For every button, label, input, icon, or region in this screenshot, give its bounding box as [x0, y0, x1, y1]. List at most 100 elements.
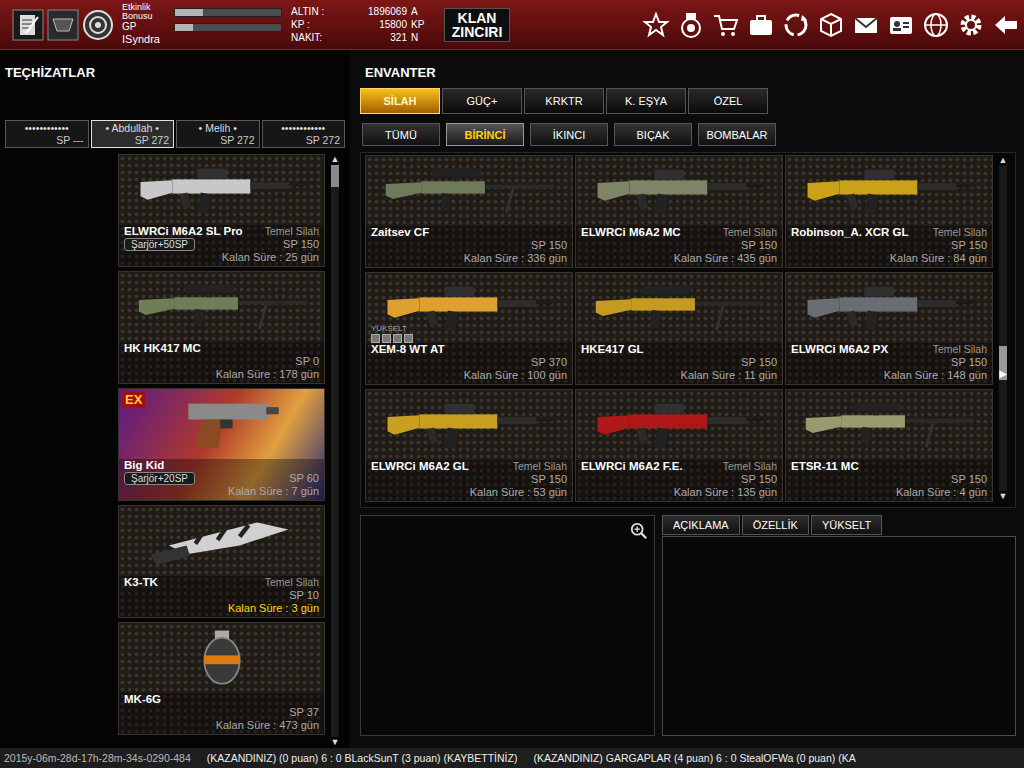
briefcase-icon[interactable]: [747, 11, 775, 39]
remaining-row: Kalan Süre : 435 gün: [581, 252, 777, 265]
back-icon[interactable]: [992, 11, 1020, 39]
remaining-time: Kalan Süre : 178 gün: [216, 368, 319, 381]
inventory-weapon-card[interactable]: ELWRCi M6A2 GL Temel Silah SP 150 Kalan …: [365, 389, 573, 502]
equipment-cards: ELWRCi M6A2 SL Pro Temel Silah Şarjör+50…: [118, 154, 325, 748]
equipment-scrollbar[interactable]: ▲ ▼: [329, 154, 341, 748]
weapon-name: MK-6G: [124, 693, 161, 706]
inventory-frame: Zaitsev CF SP 150 Kalan Süre : 336 gün E…: [360, 152, 1016, 508]
scroll-track[interactable]: [331, 165, 339, 737]
weapon-info: ELWRCi M6A2 MC Temel Silah SP 150 Kalan …: [576, 226, 782, 267]
scroll-up-button[interactable]: ▲: [331, 154, 340, 165]
gear-icon[interactable]: [957, 11, 985, 39]
currency-value: 321: [341, 31, 407, 44]
character-tab[interactable]: • Abdullah • SP 272: [91, 120, 175, 148]
scroll-down-button[interactable]: ▼: [331, 737, 340, 748]
inventory-weapon-card[interactable]: YÜKSELT XEM-8 WT AT SP 370 Kalan Süre : …: [365, 272, 573, 385]
subcategory-tab[interactable]: BIÇAK: [614, 123, 692, 146]
weapon-image: [366, 390, 572, 460]
sniper-icon: [799, 394, 979, 456]
sp-row: SP 150: [581, 239, 777, 252]
scroll-up-button[interactable]: ▲: [999, 155, 1008, 166]
remaining-time: Kalan Süre : 84 gün: [890, 252, 987, 265]
expand-arrow[interactable]: ▶: [999, 368, 1007, 380]
globe-icon[interactable]: [922, 11, 950, 39]
scroll-thumb[interactable]: ▶: [999, 346, 1007, 380]
character-sp: SP 272: [267, 134, 341, 146]
category-tab[interactable]: K. EŞYA: [606, 88, 686, 114]
timestamp: 2015y-06m-28d-17h-28m-34s-0290-484: [4, 752, 191, 764]
weapon-name: ELWRCi M6A2 PX: [791, 343, 888, 356]
weapon-name: Zaitsev CF: [371, 226, 429, 239]
weapon-info: Big Kid Şarjör+20SP SP 60 Kalan Süre : 7…: [119, 459, 324, 500]
character-sp: SP 272: [96, 134, 170, 146]
recycle-icon[interactable]: [782, 11, 810, 39]
slot-row: [371, 334, 413, 343]
rank-badge-icon[interactable]: [82, 9, 114, 41]
equipped-weapon-card[interactable]: ELWRCi M6A2 SL Pro Temel Silah Şarjör+50…: [118, 154, 325, 267]
weapon-image: [786, 156, 992, 226]
inventory-weapon-card[interactable]: ELWRCi M6A2 F.E. Temel Silah SP 150 Kala…: [575, 389, 783, 502]
box-icon[interactable]: [817, 11, 845, 39]
detail-tab[interactable]: YÜKSELT: [811, 515, 882, 535]
inventory-weapon-card[interactable]: ELWRCi M6A2 MC Temel Silah SP 150 Kalan …: [575, 155, 783, 268]
equipped-weapon-card[interactable]: HK HK417 MC SP 0 Kalan Süre : 178 gün: [118, 271, 325, 384]
weapon-name: HK HK417 MC: [124, 342, 201, 355]
detail-tab[interactable]: ÖZELLİK: [742, 515, 809, 535]
inventory-weapon-card[interactable]: Zaitsev CF SP 150 Kalan Süre : 336 gün: [365, 155, 573, 268]
cart-icon[interactable]: [712, 11, 740, 39]
character-tab[interactable]: •••••••••••• SP ---: [5, 120, 89, 148]
category-tab[interactable]: ÖZEL: [688, 88, 768, 114]
sp-row: SP 150: [371, 473, 567, 486]
equipped-weapon-card[interactable]: EX Big Kid Şarjör+20SP SP 60 Kalan Süre …: [118, 388, 325, 501]
medal-icon[interactable]: [677, 11, 705, 39]
scroll-down-button[interactable]: ▼: [999, 491, 1008, 502]
subcategory-tab[interactable]: TÜMÜ: [362, 123, 440, 146]
subcategory-tab[interactable]: BİRİNCİ: [446, 123, 524, 146]
subcategory-tab[interactable]: BOMBALAR: [698, 123, 776, 146]
category-tab[interactable]: GÜÇ+: [442, 88, 522, 114]
category-tab[interactable]: KRKTR: [524, 88, 604, 114]
sniper-icon: [589, 277, 769, 339]
subcategory-tab[interactable]: İKINCI: [530, 123, 608, 146]
character-tab[interactable]: •••••••••••• SP 272: [262, 120, 346, 148]
gp-label: GP: [122, 22, 174, 32]
inventory-weapon-card[interactable]: HKE417 GL SP 150 Kalan Süre : 11 gün: [575, 272, 783, 385]
weapon-sp: SP 150: [741, 473, 777, 486]
category-tab[interactable]: SİLAH: [360, 88, 440, 114]
scroll-thumb[interactable]: [331, 165, 339, 187]
remaining-time: Kalan Süre : 11 gün: [681, 369, 777, 382]
card-icon[interactable]: [887, 11, 915, 39]
detail-tab[interactable]: AÇIKLAMA: [662, 515, 740, 535]
name-row: HKE417 GL: [581, 343, 777, 356]
weapon-info: XEM-8 WT AT SP 370 Kalan Süre : 100 gün: [366, 343, 572, 384]
bonus-label: Etkinlik Bonusu: [122, 3, 174, 21]
inventory-weapon-card[interactable]: ETSR-11 MC SP 150 Kalan Süre : 4 gün: [785, 389, 993, 502]
menu-icons: [642, 11, 1020, 39]
clan-emblem-icon[interactable]: [47, 9, 79, 41]
player-stats: Etkinlik Bonusu GP ISyndra: [122, 3, 286, 46]
inventory-weapon-card[interactable]: Robinson_A. XCR GL Temel Silah SP 150 Ka…: [785, 155, 993, 268]
character-tabs: •••••••••••• SP ---• Abdullah • SP 272• …: [5, 120, 345, 148]
mail-icon[interactable]: [852, 11, 880, 39]
weapon-name: Big Kid: [124, 459, 164, 472]
remaining-time: Kalan Süre : 53 gün: [470, 486, 567, 499]
equipped-weapon-card[interactable]: MK-6G SP 37 Kalan Süre : 473 gün: [118, 622, 325, 735]
name-row: Zaitsev CF: [371, 226, 567, 239]
clan-chain-button[interactable]: KLAN ZINCIRI: [444, 8, 510, 42]
weapon-info: MK-6G SP 37 Kalan Süre : 473 gün: [119, 693, 324, 734]
magnifier-icon[interactable]: [630, 522, 648, 540]
notepad-icon[interactable]: [12, 9, 44, 41]
weapon-image: [119, 506, 324, 576]
name-row: Big Kid: [124, 459, 319, 472]
sp-row: SP 150: [791, 356, 987, 369]
inventory-weapon-card[interactable]: ELWRCi M6A2 PX Temel Silah SP 150 Kalan …: [785, 272, 993, 385]
inventory-scrollbar[interactable]: ▲ ▶ ▼: [997, 155, 1009, 502]
weapon-tag: Temel Silah: [933, 343, 987, 356]
ticker-message: (KAZANDINIZ) (0 puan) 6 : 0 BLackSunT (3…: [207, 752, 518, 764]
scroll-track[interactable]: ▶: [999, 166, 1007, 491]
star-icon[interactable]: [642, 11, 670, 39]
rifle-icon: [379, 394, 559, 456]
character-name: ••••••••••••: [267, 122, 341, 134]
equipped-weapon-card[interactable]: K3-TK Temel Silah SP 10 Kalan Süre : 3 g…: [118, 505, 325, 618]
character-tab[interactable]: • Melih • SP 272: [176, 120, 260, 148]
